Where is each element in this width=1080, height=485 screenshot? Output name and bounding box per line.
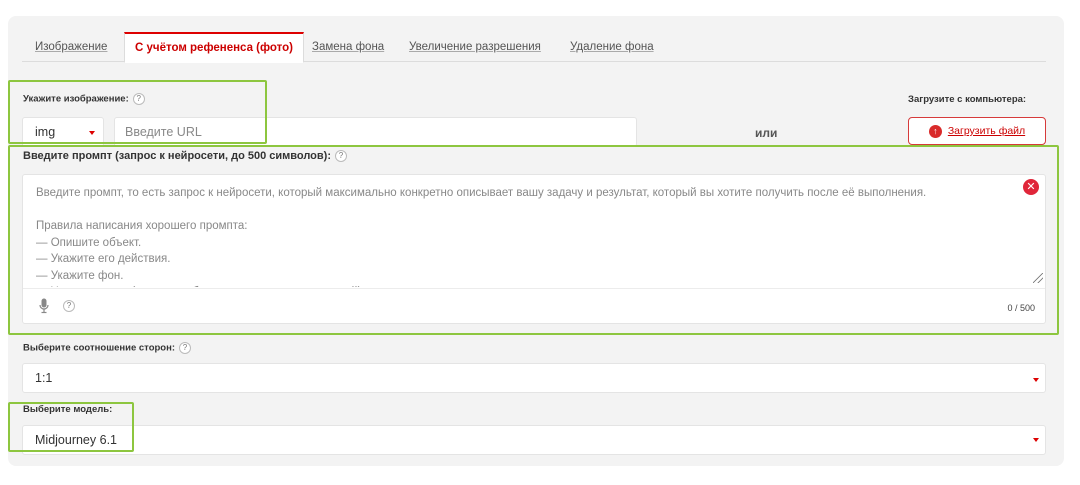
- or-separator: или: [755, 126, 778, 140]
- upload-icon: ↑: [928, 124, 942, 138]
- character-counter: 0 / 500: [1007, 303, 1035, 313]
- chevron-down-icon: [1033, 378, 1039, 382]
- image-type-value: img: [35, 125, 56, 139]
- aspect-label: Выберите соотношение сторон:?: [23, 342, 192, 354]
- help-icon[interactable]: ?: [63, 300, 75, 312]
- image-source-label: Укажите изображение:?: [23, 93, 145, 105]
- upload-label: Загрузите с компьютера:: [908, 94, 1027, 105]
- model-value: Midjourney 6.1: [35, 433, 117, 447]
- model-label: Выберите модель:: [23, 404, 113, 415]
- tab-upscale[interactable]: Увеличение разрешения: [409, 32, 541, 62]
- tab-background-replace[interactable]: Замена фона: [312, 32, 384, 62]
- model-select[interactable]: Midjourney 6.1: [22, 425, 1046, 455]
- mode-tabs: Изображение С учётом рефененса (фото) За…: [22, 32, 1046, 63]
- prompt-textarea[interactable]: Введите промпт, то есть запрос к нейросе…: [22, 174, 1046, 324]
- image-type-select[interactable]: img: [22, 117, 104, 147]
- upload-file-label: Загрузить файл: [947, 125, 1026, 137]
- prompt-label-text: Введите промпт (запрос к нейросети, до 5…: [23, 150, 331, 162]
- resize-handle-icon[interactable]: [1033, 273, 1043, 283]
- prompt-label: Введите промпт (запрос к нейросети, до 5…: [23, 150, 347, 163]
- help-icon[interactable]: ?: [132, 93, 145, 105]
- microphone-icon[interactable]: [39, 298, 49, 314]
- tab-reference-photo[interactable]: С учётом рефененса (фото): [124, 32, 304, 63]
- image-source-label-text: Укажите изображение:: [23, 93, 129, 105]
- image-url-input[interactable]: [114, 117, 637, 147]
- tab-image[interactable]: Изображение: [35, 32, 107, 62]
- divider: [23, 288, 1045, 289]
- upload-file-button[interactable]: ↑ Загрузить файл: [908, 117, 1046, 145]
- aspect-ratio-value: 1:1: [35, 371, 53, 385]
- chevron-down-icon: [89, 131, 95, 135]
- chevron-down-icon: [1033, 438, 1039, 442]
- aspect-ratio-select[interactable]: 1:1: [22, 363, 1046, 393]
- clear-icon[interactable]: ✕: [1023, 179, 1039, 195]
- prompt-placeholder: Введите промпт, то есть запрос к нейросе…: [36, 187, 927, 287]
- help-icon[interactable]: ?: [335, 150, 347, 163]
- help-icon[interactable]: ?: [179, 342, 192, 354]
- tab-background-remove[interactable]: Удаление фона: [570, 32, 654, 62]
- aspect-label-text: Выберите соотношение сторон:: [23, 342, 176, 354]
